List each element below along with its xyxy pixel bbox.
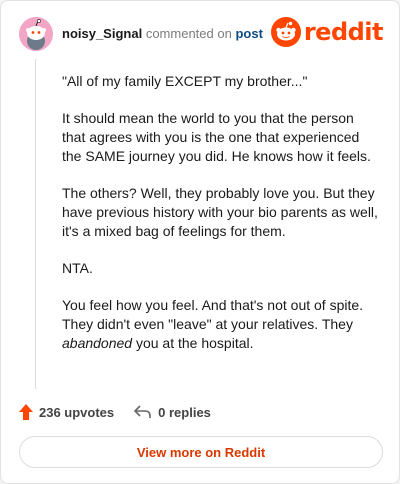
upvote-count: 236 upvotes [39, 404, 115, 420]
commented-on-text: commented on [145, 26, 232, 41]
comment-paragraph: NTA. [62, 260, 93, 276]
user-avatar[interactable] [19, 17, 53, 51]
reply-arrow-icon [134, 405, 151, 418]
comment-paragraph: "All of my family EXCEPT my brother..." [62, 73, 308, 89]
comment-footer: 236 upvotes 0 replies [19, 403, 211, 421]
comment-header: noisy_Signal commented on post [62, 26, 263, 41]
thread-line [35, 59, 36, 389]
emphasis-text: abandoned [62, 335, 133, 351]
comment-paragraph: It should mean the world to you that the… [62, 110, 371, 164]
reddit-logo[interactable]: reddit [270, 17, 384, 47]
upvote-arrow-icon [19, 404, 33, 420]
username[interactable]: noisy_Signal [62, 26, 142, 41]
comment-embed-card: noisy_Signal commented on post reddit "A… [0, 0, 400, 484]
comment-text: You feel how you feel. And that's not ou… [62, 297, 364, 332]
reddit-wordmark: reddit [303, 18, 384, 46]
post-link[interactable]: post [235, 26, 262, 41]
comment-body: "All of my family EXCEPT my brother..." … [62, 72, 380, 371]
view-more-button[interactable]: View more on Reddit [19, 436, 383, 468]
comment-paragraph: The others? Well, they probably love you… [62, 185, 378, 239]
reply-count: 0 replies [158, 404, 211, 420]
comment-paragraph-last: You feel how you feel. And that's not ou… [62, 296, 380, 353]
comment-text-tail: you at the hospital. [132, 335, 254, 351]
reddit-snoo-icon [270, 17, 301, 47]
upvotes-group[interactable]: 236 upvotes [19, 404, 114, 420]
replies-group[interactable]: 0 replies [134, 405, 211, 420]
snoo-avatar-icon [19, 17, 53, 51]
